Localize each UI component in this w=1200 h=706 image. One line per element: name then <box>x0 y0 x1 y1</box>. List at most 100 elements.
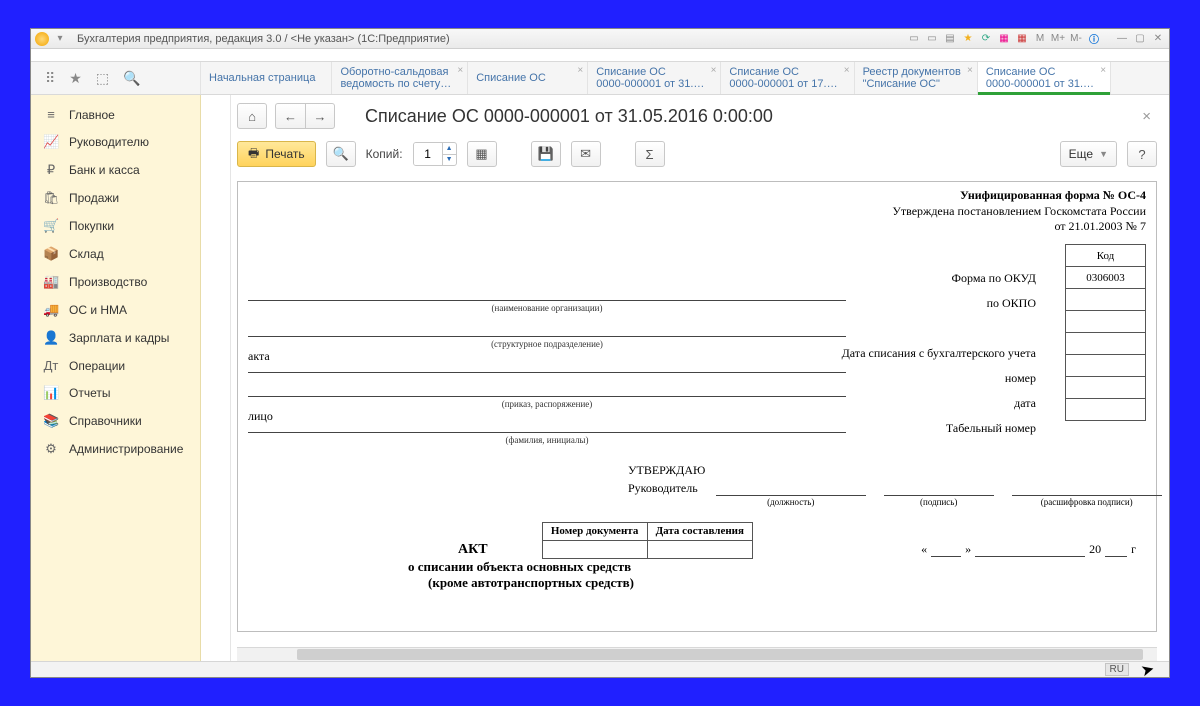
close-icon[interactable]: × <box>1100 65 1106 76</box>
sidebar-item-manager[interactable]: 📈Руководителю <box>31 128 200 156</box>
sidebar-item-reports[interactable]: 📊Отчеты <box>31 379 200 407</box>
sidebar-item-operations[interactable]: Дт Операции <box>31 352 200 379</box>
close-icon[interactable]: × <box>457 65 463 76</box>
language-indicator[interactable]: RU <box>1105 663 1129 676</box>
approval-date: « » 20 г <box>921 522 1146 557</box>
sidebar-item-label: Операции <box>69 359 125 373</box>
scrollbar-thumb[interactable] <box>297 649 1143 660</box>
favorite-icon[interactable]: ★ <box>961 32 975 46</box>
sidebar-item-label: Справочники <box>69 414 142 428</box>
label-number: номер <box>842 366 1036 391</box>
more-button[interactable]: Еще ▼ <box>1060 141 1117 167</box>
bars-icon: 📊 <box>43 385 59 401</box>
sidebar-item-bank[interactable]: ₽Банк и касса <box>31 156 200 184</box>
tab-balance-sheet[interactable]: Оборотно-сальдоваяведомость по счету… × <box>332 62 468 94</box>
close-icon[interactable]: × <box>711 65 717 76</box>
maximize-icon[interactable]: ▢ <box>1133 32 1147 46</box>
forward-button[interactable]: → <box>305 103 335 129</box>
close-document-icon[interactable]: × <box>1136 104 1157 129</box>
menu-icon: ≡ <box>43 107 59 122</box>
statusbar: RU <box>31 661 1169 677</box>
sidebar-item-production[interactable]: 🏭Производство <box>31 268 200 296</box>
sidebar-item-assets[interactable]: 🚚 ОС и НМА <box>31 296 200 324</box>
sidebar-item-label: Производство <box>69 275 147 289</box>
tab-writeoff-17[interactable]: Списание ОС0000-000001 от 17.… × <box>721 62 854 94</box>
box-icon: 📦 <box>43 246 59 262</box>
bag-icon: 🛍 <box>43 190 59 206</box>
dropdown-icon[interactable]: ▾ <box>53 32 67 46</box>
sidebar-item-purchases[interactable]: 🛒Покупки <box>31 212 200 240</box>
fragment-akta: акта <box>248 349 270 364</box>
tab-start[interactable]: Начальная страница <box>201 62 332 94</box>
code-table: Код 0306003 <box>1065 244 1146 421</box>
tab-registry[interactable]: Реестр документов"Списание ОС" × <box>855 62 978 94</box>
app-window: ▾ Бухгалтерия предприятия, редакция 3.0 … <box>30 28 1170 678</box>
calc-icon[interactable]: ▦ <box>997 32 1011 46</box>
sidebar-item-sales[interactable]: 🛍 Продажи <box>31 184 200 212</box>
tb-icon-3[interactable]: ▤ <box>943 32 957 46</box>
copies-spinner[interactable]: ▲▼ <box>413 142 457 166</box>
apps-icon[interactable]: ⠿ <box>45 70 55 87</box>
chevron-down-icon: ▼ <box>1099 149 1108 159</box>
search-icon[interactable]: 🔍 <box>123 70 140 87</box>
back-button[interactable]: ← <box>275 103 305 129</box>
document-viewport[interactable]: Унифицированная форма № ОС-4 Утверждена … <box>231 175 1169 647</box>
tb-icon-1[interactable]: ▭ <box>907 32 921 46</box>
tb-icon-2[interactable]: ▭ <box>925 32 939 46</box>
sidebar-item-label: Главное <box>69 108 115 122</box>
sidebar-item-directories[interactable]: 📚Справочники <box>31 407 200 435</box>
help-button[interactable]: ? <box>1127 141 1157 167</box>
caption-position: (должность) <box>716 497 866 507</box>
form-os4: Унифицированная форма № ОС-4 Утверждена … <box>237 181 1157 632</box>
preview-button[interactable]: 🔍 <box>326 141 356 167</box>
approve-role: Руководитель <box>628 481 698 496</box>
m-icon[interactable]: M <box>1033 32 1047 46</box>
horizontal-scrollbar[interactable] <box>237 647 1157 661</box>
sidebar-item-main[interactable]: ≡ Главное <box>31 101 200 128</box>
print-button[interactable]: 🖶 Печать <box>237 141 316 167</box>
sidebar-item-salary[interactable]: 👤Зарплата и кадры <box>31 324 200 352</box>
close-icon[interactable]: × <box>577 65 583 76</box>
dt-icon: Дт <box>43 358 59 373</box>
close-icon[interactable]: × <box>844 65 850 76</box>
sidebar-item-label: Продажи <box>69 191 119 205</box>
calendar-icon[interactable]: ▦ <box>1015 32 1029 46</box>
settings-button[interactable]: ▦ <box>467 141 497 167</box>
caption-sign: (подпись) <box>884 497 994 507</box>
star-icon[interactable]: ★ <box>69 70 82 87</box>
sidebar-item-label: ОС и НМА <box>69 303 127 317</box>
titlebar: ▾ Бухгалтерия предприятия, редакция 3.0 … <box>31 29 1169 49</box>
m-minus-icon[interactable]: M- <box>1069 32 1083 46</box>
m-plus-icon[interactable]: M+ <box>1051 32 1065 46</box>
close-window-icon[interactable]: ✕ <box>1151 32 1165 46</box>
sidebar-item-label: Склад <box>69 247 104 261</box>
email-button[interactable]: ✉ <box>571 141 601 167</box>
tab-writeoff-31a[interactable]: Списание ОС0000-000001 от 31.… × <box>588 62 721 94</box>
truck-icon: 🚚 <box>43 302 59 318</box>
minimize-icon[interactable]: — <box>1115 32 1129 46</box>
sidebar-item-label: Зарплата и кадры <box>69 331 169 345</box>
document-title: Списание ОС 0000-000001 от 31.05.2016 0:… <box>365 106 773 127</box>
copies-input[interactable] <box>414 143 442 165</box>
caption-org: (наименование организации) <box>248 303 846 313</box>
spin-down-icon[interactable]: ▼ <box>443 155 456 166</box>
select-icon[interactable]: ⬚ <box>96 70 109 87</box>
tab-writeoff-31b[interactable]: Списание ОС0000-000001 от 31.… × <box>978 62 1111 94</box>
copies-label: Копий: <box>366 147 403 161</box>
caption-decoded: (расшифровка подписи) <box>1012 497 1162 507</box>
home-button[interactable]: ⌂ <box>237 103 267 129</box>
akt-subtitle-2: (кроме автотранспортных средств) <box>428 575 1146 591</box>
history-icon[interactable]: ⟳ <box>979 32 993 46</box>
spin-up-icon[interactable]: ▲ <box>443 143 456 155</box>
help-icon[interactable]: ⓘ <box>1087 32 1101 46</box>
caption-dept: (структурное подразделение) <box>248 339 846 349</box>
approve-title: УТВЕРЖДАЮ <box>628 463 1146 478</box>
caption-fio: (фамилия, инициалы) <box>248 435 846 445</box>
sidebar-item-admin[interactable]: ⚙Администрирование <box>31 435 200 463</box>
tab-writeoff[interactable]: Списание ОС × <box>468 62 588 94</box>
sidebar-item-warehouse[interactable]: 📦 Склад <box>31 240 200 268</box>
save-button[interactable]: 💾 <box>531 141 561 167</box>
close-icon[interactable]: × <box>967 65 973 76</box>
sum-button[interactable]: Σ <box>635 141 665 167</box>
label-okud: Форма по ОКУД <box>842 266 1036 291</box>
